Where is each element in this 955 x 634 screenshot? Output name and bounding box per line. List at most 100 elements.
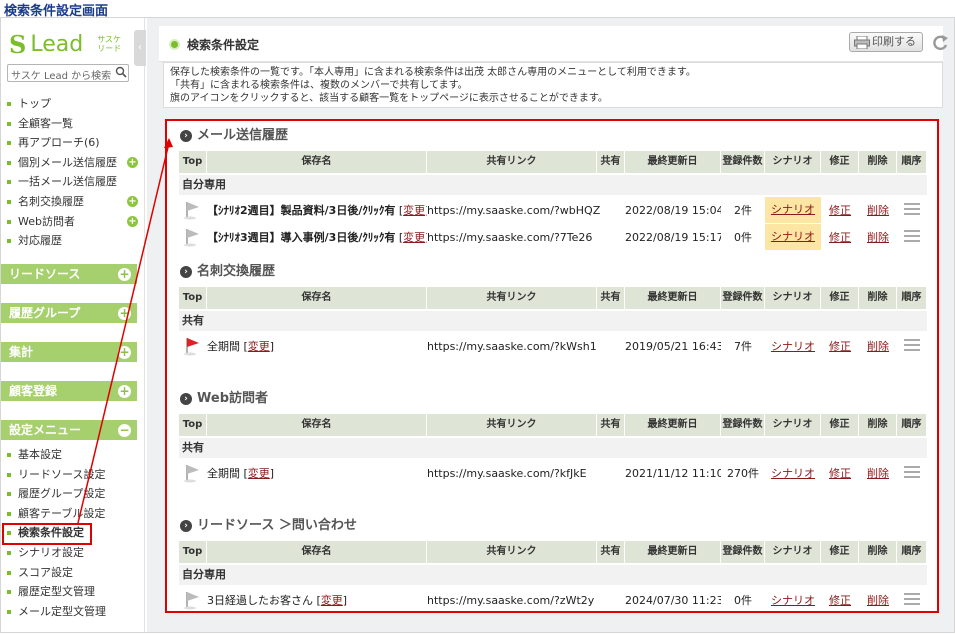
delete-link[interactable]: 削除 [867,467,889,480]
drag-handle-icon[interactable] [904,592,920,605]
sidebar-section-button[interactable]: 集計 + [1,342,137,362]
edit-link[interactable]: 修正 [829,231,851,244]
share-link[interactable]: https://my.saaske.com/?7Te26 [427,231,625,244]
sidebar-menu-item[interactable]: トップ [1,94,145,114]
flag-gray-icon[interactable] [179,460,207,486]
change-link[interactable]: 変更 [403,231,425,244]
settings-menu-item[interactable]: リードソース設定 [1,465,145,485]
sidebar-section-button[interactable]: 履歴グループ + [1,303,137,323]
scenario-cell: シナリオ [765,197,821,223]
sidebar-section-button[interactable]: リードソース + [1,264,137,284]
condition-name: 全期間 [207,340,240,353]
sidebar-menu-label: トップ [18,97,51,110]
flag-gray-icon[interactable] [179,197,207,223]
delete-cell: 削除 [859,202,897,218]
record-count: 0件 [734,231,752,244]
edit-cell: 修正 [821,202,859,218]
condition-name: 【ｼﾅﾘｵ2週目】製品資料/3日後/ｸﾘｯｸ有 [207,204,396,217]
sidebar-collapse-button[interactable]: ‹ [134,30,146,66]
order-cell [897,592,927,608]
delete-link[interactable]: 削除 [867,594,889,607]
print-button[interactable]: 印刷する [849,32,923,52]
flag-gray-icon[interactable] [179,587,207,613]
settings-menu-item[interactable]: 顧客テーブル設定 [1,504,145,524]
delete-link[interactable]: 削除 [867,204,889,217]
sidebar-menu-label: 全顧客一覧 [18,116,73,130]
plus-icon[interactable]: + [127,156,138,168]
edit-link[interactable]: 修正 [829,594,851,607]
change-link[interactable]: 変更 [321,594,343,607]
condition-name: 全期間 [207,467,240,480]
column-header-edit: 修正 [821,287,859,309]
sidebar-menu-item[interactable]: 全顧客一覧 [1,114,145,134]
change-link[interactable]: 変更 [248,467,270,480]
scenario-link[interactable]: シナリオ [771,340,815,353]
edit-link[interactable]: 修正 [829,467,851,480]
plus-icon[interactable]: + [127,215,138,227]
share-link[interactable]: https://my.saaske.com/?kfJkE [427,467,625,480]
column-header-count: 登録件数 [721,151,765,173]
scenario-link[interactable]: シナリオ [771,230,815,243]
scenario-link[interactable]: シナリオ [771,467,815,480]
delete-link[interactable]: 削除 [867,340,889,353]
settings-menu-item[interactable]: シナリオ設定 [1,543,145,563]
sidebar-menu-item[interactable]: 一括メール送信履歴 [1,172,145,192]
sidebar-section-button[interactable]: 設定メニュー − [1,420,137,440]
flag-red-icon[interactable] [179,333,207,359]
section-title-text: メール送信履歴 [197,128,289,143]
refresh-icon[interactable] [931,34,949,52]
sidebar-section-button[interactable]: 顧客登録 + [1,381,137,401]
app-frame: S Lead サスケ リード ‹ サスケ Lead から検索 トップ全顧客一覧再… [0,17,955,633]
sidebar-menu-item[interactable]: Web訪問者 + [1,212,145,232]
scenario-link[interactable]: シナリオ [771,594,815,607]
drag-handle-icon[interactable] [904,229,920,242]
condition-name: 【ｼﾅﾘｵ3週目】導入事例/3日後/ｸﾘｯｸ有 [207,231,396,244]
search-icon[interactable] [115,66,127,78]
condition-name-cell: 【ｼﾅﾘｵ3週目】導入事例/3日後/ｸﾘｯｸ有 [変更] [207,231,427,244]
settings-menu-item[interactable]: 履歴グループ設定 [1,484,145,504]
edit-cell: 修正 [821,338,859,354]
sidebar-menu-item[interactable]: 対応履歴 [1,231,145,251]
settings-menu-item[interactable]: メール定型文管理 [1,602,145,622]
title-bar: 検索条件設定 印刷する [159,26,948,62]
edit-link[interactable]: 修正 [829,204,851,217]
settings-menu-item[interactable]: 基本設定 [1,445,145,465]
column-header-order: 順序 [897,287,927,309]
settings-menu-label: 顧客テーブル設定 [18,506,106,520]
section-title-text: リードソース ＞問い合わせ [197,518,357,533]
sidebar-menu-item[interactable]: 個別メール送信履歴 + [1,153,145,173]
logo-text: Lead [30,31,84,57]
drag-handle-icon[interactable] [904,338,920,351]
drag-handle-icon[interactable] [904,202,920,215]
plus-icon[interactable]: + [127,195,138,207]
column-header-shared: 共有 [597,541,625,563]
drag-handle-icon[interactable] [904,465,920,478]
sidebar-menu-item[interactable]: 名刺交換履歴 + [1,192,145,212]
column-header-top: Top [179,287,207,309]
share-link[interactable]: https://my.saaske.com/?zWt2y [427,594,625,607]
share-link[interactable]: https://my.saaske.com/?wbHQZ [427,204,625,217]
delete-cell: 削除 [859,338,897,354]
group-label: 自分専用 [179,565,927,585]
sidebar-menu-label: Web訪問者 [18,214,75,228]
share-link[interactable]: https://my.saaske.com/?kWsh1 [427,340,625,353]
saaske-lead-logo[interactable]: S Lead サスケ リード [9,30,121,59]
settings-menu-item[interactable]: 履歴定型文管理 [1,582,145,602]
sidebar-section-label: 集計 [9,345,34,359]
scenario-link[interactable]: シナリオ [771,203,815,216]
sidebar-search-input[interactable]: サスケ Lead から検索 [7,64,129,82]
delete-link[interactable]: 削除 [867,231,889,244]
change-link[interactable]: 変更 [248,340,270,353]
condition-name-cell: 3日経過したお客さん [変更] [207,594,348,607]
edit-link[interactable]: 修正 [829,340,851,353]
sidebar-menu-item[interactable]: 再アプローチ(6) [1,133,145,153]
section-title: › リードソース ＞問い合わせ [179,517,357,535]
collapse-icon: − [118,423,131,437]
main-menu: トップ全顧客一覧再アプローチ(6) 個別メール送信履歴 + 一括メール送信履歴 名刺交換… [1,94,145,251]
expand-icon: + [118,384,131,398]
settings-menu-item[interactable]: スコア設定 [1,563,145,583]
flag-gray-icon[interactable] [179,224,207,250]
sidebar-section-label: 設定メニュー [9,423,82,437]
sidebar-menu-label: 再アプローチ(6) [18,136,100,150]
change-link[interactable]: 変更 [403,204,425,217]
